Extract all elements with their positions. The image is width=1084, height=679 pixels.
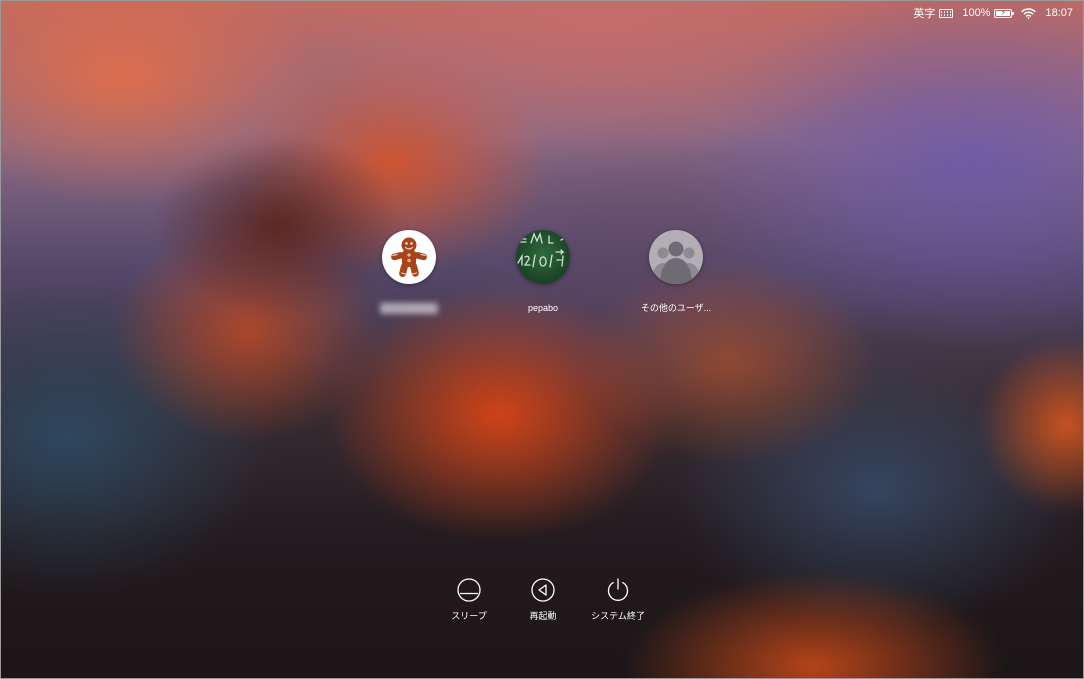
- user-tile-blurred[interactable]: █████████: [354, 230, 464, 314]
- user-list: █████████ pepabo その他のユーザ...: [1, 230, 1083, 320]
- user-avatar[interactable]: [382, 230, 436, 284]
- user-tile-other[interactable]: その他のユーザ...: [621, 230, 731, 314]
- gingerbread-man-icon: [382, 230, 436, 284]
- clock[interactable]: 18:07: [1045, 7, 1073, 19]
- restart-icon: [531, 578, 555, 602]
- user-name: █████████: [380, 303, 438, 313]
- shutdown-button[interactable]: システム終了: [573, 577, 663, 622]
- user-name: pepabo: [527, 303, 559, 313]
- restart-label: 再起動: [529, 611, 557, 621]
- sleep-icon: [457, 578, 481, 602]
- user-avatar[interactable]: [649, 230, 703, 284]
- chalkboard-icon: [516, 230, 570, 284]
- input-source-menu[interactable]: 英字: [913, 5, 954, 21]
- battery-charging-icon: ⚡: [994, 7, 1015, 18]
- shutdown-label: システム終了: [591, 611, 645, 621]
- battery-percent: 100%: [962, 7, 991, 19]
- power-actions: スリープ 再起動 システム終了: [1, 577, 1083, 627]
- keyboard-icon: [939, 8, 954, 18]
- charging-bolt-icon: ⚡: [1000, 7, 1007, 17]
- wifi-menu[interactable]: [1021, 7, 1037, 19]
- user-tile-pepabo[interactable]: pepabo: [488, 230, 598, 314]
- user-name: その他のユーザ...: [640, 303, 712, 313]
- menu-bar: 英字 100% ⚡ 18:07: [913, 1, 1083, 25]
- generic-users-icon: [649, 230, 703, 284]
- input-source-label: 英字: [913, 8, 936, 20]
- user-avatar[interactable]: [516, 230, 570, 284]
- wifi-icon: [1021, 7, 1037, 19]
- battery-menu[interactable]: 100% ⚡: [962, 7, 1015, 19]
- power-icon: [607, 578, 629, 601]
- sleep-label: スリープ: [451, 611, 487, 621]
- login-screen: 英字 100% ⚡ 18:07 █████████ pepabo その他のユーザ…: [0, 0, 1084, 679]
